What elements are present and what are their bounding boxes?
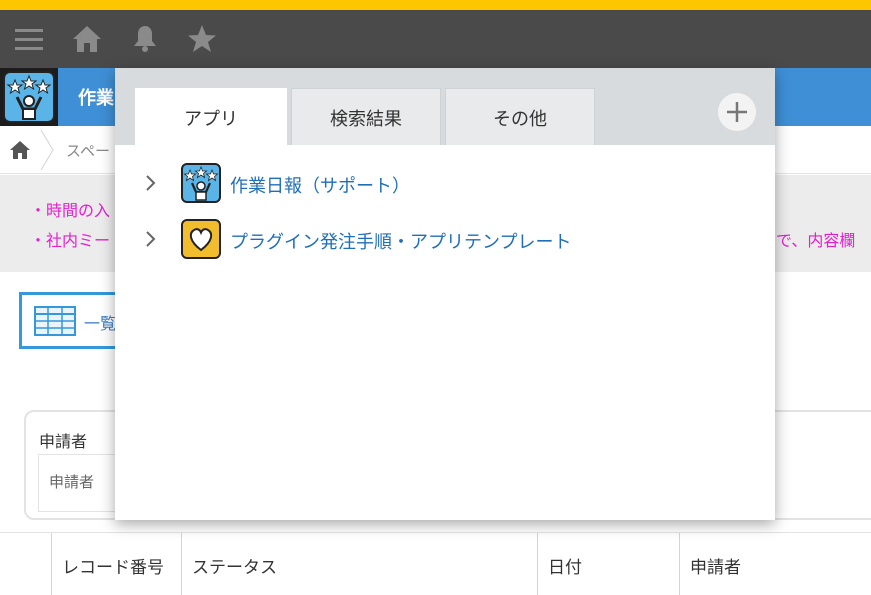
top-accent-stripe	[0, 0, 871, 10]
chevron-right-icon[interactable]	[143, 173, 159, 193]
tab-search-results[interactable]: 検索結果	[291, 88, 441, 145]
breadcrumb-home-icon[interactable]	[9, 140, 31, 160]
app-list-item-title[interactable]: 作業日報（サポート）	[230, 172, 410, 198]
add-tab-button[interactable]	[718, 93, 756, 131]
support-app-icon	[3, 71, 55, 123]
notice-line-1: ・時間の入	[30, 201, 111, 220]
bell-icon[interactable]	[130, 24, 160, 54]
table-view-icon	[34, 306, 76, 336]
breadcrumb-separator-icon	[40, 130, 54, 170]
tab-apps[interactable]: アプリ	[135, 88, 287, 145]
filter-label: 申請者	[39, 432, 88, 451]
plus-icon	[727, 102, 747, 122]
column-header-date[interactable]: 日付	[537, 533, 679, 595]
global-topbar	[0, 10, 871, 68]
heart-app-icon	[181, 219, 221, 259]
notice-line-2-tail: で、内容欄	[776, 231, 856, 250]
star-icon[interactable]	[187, 24, 217, 54]
app-switcher-popup: アプリ 検索結果 その他 作業日報（サポート） プラグイン発注手順・アプリテンプ…	[115, 68, 775, 520]
table-checkbox-column	[0, 533, 51, 595]
support-app-icon	[181, 163, 221, 203]
chevron-right-icon[interactable]	[143, 229, 159, 249]
app-title: 作業	[78, 88, 114, 109]
records-table-header: レコード番号 ステータス 日付 申請者	[0, 532, 871, 595]
app-logo[interactable]	[0, 68, 58, 126]
menu-icon[interactable]	[14, 24, 44, 54]
breadcrumb-space-link[interactable]: スペー	[66, 140, 110, 161]
popup-tab-bar: アプリ 検索結果 その他	[115, 68, 775, 145]
column-header-record-number[interactable]: レコード番号	[51, 533, 181, 595]
notice-line-2: ・社内ミー	[30, 231, 111, 250]
tab-other[interactable]: その他	[445, 88, 595, 145]
column-header-applicant[interactable]: 申請者	[679, 533, 871, 595]
app-list-item[interactable]: プラグイン発注手順・アプリテンプレート	[143, 219, 743, 259]
app-list-item-title[interactable]: プラグイン発注手順・アプリテンプレート	[230, 228, 571, 254]
home-icon[interactable]	[72, 24, 102, 54]
app-list-item[interactable]: 作業日報（サポート）	[143, 163, 743, 203]
column-header-status[interactable]: ステータス	[181, 533, 537, 595]
view-list-label: 一覧	[84, 314, 117, 333]
